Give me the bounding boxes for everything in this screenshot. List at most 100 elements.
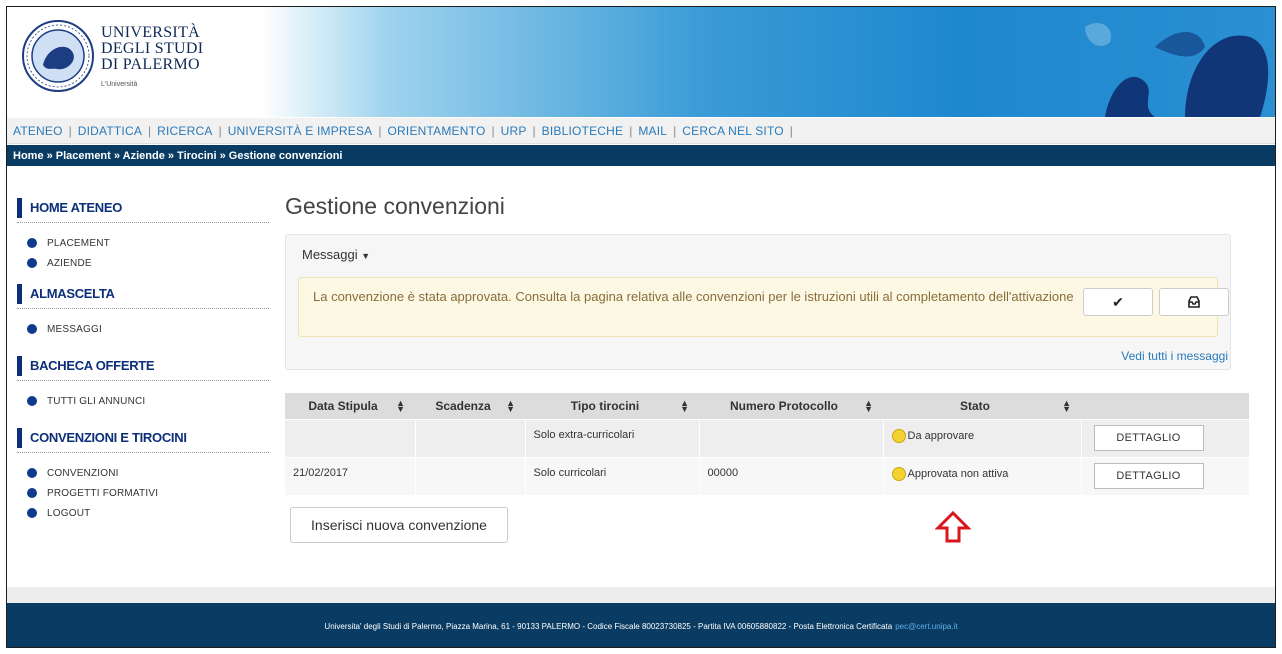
check-icon: ✔ [1112, 293, 1124, 310]
sidebar-section-title: CONVENZIONI E TIROCINI [30, 430, 187, 445]
nav-universita-impresa[interactable]: UNIVERSITÀ E IMPRESA [228, 124, 373, 138]
status-label: Approvata non attiva [907, 467, 1009, 480]
sidebar-section-convenzioni-tirocini[interactable]: CONVENZIONI E TIROCINI [17, 423, 269, 453]
sort-icon: ▲ ▼ [1062, 398, 1071, 414]
nav-separator: | [68, 123, 72, 138]
cell-data-stipula [285, 418, 415, 457]
nav-separator: | [378, 123, 382, 138]
nav-orientamento[interactable]: ORIENTAMENTO [388, 124, 486, 138]
section-marker [17, 197, 22, 218]
column-header-numero-protocollo[interactable]: Numero Protocollo ▲ ▼ [699, 393, 883, 419]
sidebar-section-almascelta[interactable]: ALMASCELTA [17, 279, 269, 309]
nav-urp[interactable]: URP [501, 124, 527, 138]
sidebar-section-bacheca-offerte[interactable]: BACHECA OFFERTE [17, 351, 269, 381]
logo-line-3: DI PALERMO [101, 56, 200, 73]
column-header-tipo-tirocini[interactable]: Tipo tirocini ▲ ▼ [525, 393, 699, 419]
sidebar-item-convenzioni[interactable]: CONVENZIONI [17, 463, 269, 483]
header-banner: UNIVERSITÀ DEGLI STUDI DI PALERMO L'Univ… [7, 7, 1275, 117]
logo-text: UNIVERSITÀ DEGLI STUDI DI PALERMO [101, 25, 203, 73]
sort-icon: ▲ ▼ [396, 398, 405, 414]
new-convention-button[interactable]: Inserisci nuova convenzione [290, 507, 508, 543]
cell-numero-protocollo [698, 418, 883, 457]
nav-separator: | [491, 123, 495, 138]
section-marker [17, 283, 22, 304]
nav-ateneo[interactable]: ATENEO [13, 124, 63, 138]
bullet-icon [27, 508, 37, 518]
cell-data-stipula: 21/02/2017 [285, 456, 415, 495]
logo-subtitle: L'Università [101, 81, 138, 88]
main-content: Gestione convenzioni Messaggi ▼ La conve… [285, 193, 1249, 543]
nav-separator: | [789, 123, 793, 138]
bullet-icon [27, 258, 37, 268]
bullet-icon [27, 468, 37, 478]
mark-read-button[interactable]: ✔ [1083, 288, 1153, 316]
browser-page: UNIVERSITÀ DEGLI STUDI DI PALERMO L'Univ… [6, 6, 1276, 648]
cell-actions: DETTAGLIO [1080, 418, 1249, 457]
column-header-stato[interactable]: Stato ▲ ▼ [883, 393, 1081, 419]
page-title: Gestione convenzioni [285, 193, 505, 219]
message-text: La convenzione è stata approvata. Consul… [313, 289, 1074, 304]
sidebar-item-label: LOGOUT [47, 507, 91, 519]
footer: Universita' degli Studi di Palermo, Piaz… [7, 603, 1275, 647]
sidebar-item-logout[interactable]: LOGOUT [17, 503, 269, 523]
sidebar-item-label: PROGETTI FORMATIVI [47, 487, 159, 499]
footer-email-link[interactable]: pec@cert.unipa.it [895, 622, 957, 631]
nav-mail[interactable]: MAIL [638, 124, 667, 138]
up-arrow-annotation-icon [935, 511, 971, 543]
message-alert: La convenzione è stata approvata. Consul… [298, 277, 1229, 337]
cell-numero-protocollo: 00000 [698, 456, 883, 495]
sidebar-item-placement[interactable]: PLACEMENT [17, 233, 269, 253]
column-label: Stato [960, 398, 990, 413]
nav-separator: | [218, 123, 222, 138]
sidebar-section-title: HOME ATENEO [30, 200, 123, 215]
archive-button[interactable] [1159, 288, 1229, 316]
sidebar-section-title: BACHECA OFFERTE [30, 358, 155, 373]
nav-separator: | [629, 123, 633, 138]
sort-icon: ▲ ▼ [680, 398, 689, 414]
bullet-icon [27, 396, 37, 406]
university-logo[interactable]: UNIVERSITÀ DEGLI STUDI DI PALERMO L'Univ… [19, 13, 219, 111]
logo-line-2: DEGLI STUDI [101, 40, 204, 57]
messages-dropdown[interactable]: Messaggi ▼ [302, 247, 370, 262]
sidebar-item-progetti-formativi[interactable]: PROGETTI FORMATIVI [17, 483, 269, 503]
sidebar-item-label: AZIENDE [47, 257, 92, 269]
column-header-scadenza[interactable]: Scadenza ▲ ▼ [415, 393, 525, 419]
section-marker [17, 355, 22, 376]
column-header-data-stipula[interactable]: Data Stipula ▲ ▼ [285, 393, 415, 419]
sort-icon: ▲ ▼ [864, 398, 873, 414]
nav-didattica[interactable]: DIDATTICA [78, 124, 142, 138]
column-label: Numero Protocollo [729, 398, 838, 413]
sidebar-item-messaggi[interactable]: MESSAGGI [17, 319, 269, 339]
cell-stato: Da approvare [882, 418, 1081, 457]
nav-separator: | [532, 123, 536, 138]
messages-title: Messaggi [302, 247, 358, 262]
table-row: Solo extra-curricolari Da approvare DETT… [285, 418, 1249, 457]
sidebar-item-label: TUTTI GLI ANNUNCI [47, 395, 146, 407]
cell-tipo-tirocini: Solo extra-curricolari [524, 418, 699, 457]
nav-cerca-nel-sito[interactable]: CERCA NEL SITO [682, 124, 784, 138]
nav-separator: | [673, 123, 677, 138]
sidebar-item-aziende[interactable]: AZIENDE [17, 253, 269, 273]
dettaglio-button[interactable]: DETTAGLIO [1093, 462, 1204, 489]
view-all-messages-link[interactable]: Vedi tutti i messaggi [1121, 349, 1228, 363]
nav-ricerca[interactable]: RICERCA [157, 124, 212, 138]
conventions-table: Data Stipula ▲ ▼ Scadenza ▲ ▼ Tipo tirocini ▲… [285, 393, 1249, 495]
sidebar-section-home-ateneo[interactable]: HOME ATENEO [17, 193, 269, 223]
table-header-row: Data Stipula ▲ ▼ Scadenza ▲ ▼ Tipo tirocini ▲… [285, 393, 1249, 419]
sidebar-item-tutti-gli-annunci[interactable]: TUTTI GLI ANNUNCI [17, 391, 269, 411]
section-marker [17, 427, 22, 448]
breadcrumb[interactable]: Home » Placement » Aziende » Tirocini » … [7, 145, 1275, 166]
bullet-icon [27, 488, 37, 498]
messages-panel: Messaggi ▼ La convenzione è stata approv… [285, 234, 1231, 370]
bullet-icon [27, 324, 37, 334]
inbox-icon [1188, 296, 1200, 308]
cell-scadenza [414, 456, 525, 495]
dettaglio-button[interactable]: DETTAGLIO [1093, 424, 1204, 451]
nav-biblioteche[interactable]: BIBLIOTECHE [542, 124, 624, 138]
top-navigation: ATENEO | DIDATTICA | RICERCA | UNIVERSITÀ E… [7, 118, 1275, 144]
table-row: 21/02/2017 Solo curricolari 00000 Approv… [285, 456, 1249, 495]
university-seal-icon [22, 20, 94, 92]
status-dot-icon [891, 466, 906, 481]
banner-artwork [1085, 22, 1269, 117]
sidebar-item-label: MESSAGGI [47, 323, 102, 335]
